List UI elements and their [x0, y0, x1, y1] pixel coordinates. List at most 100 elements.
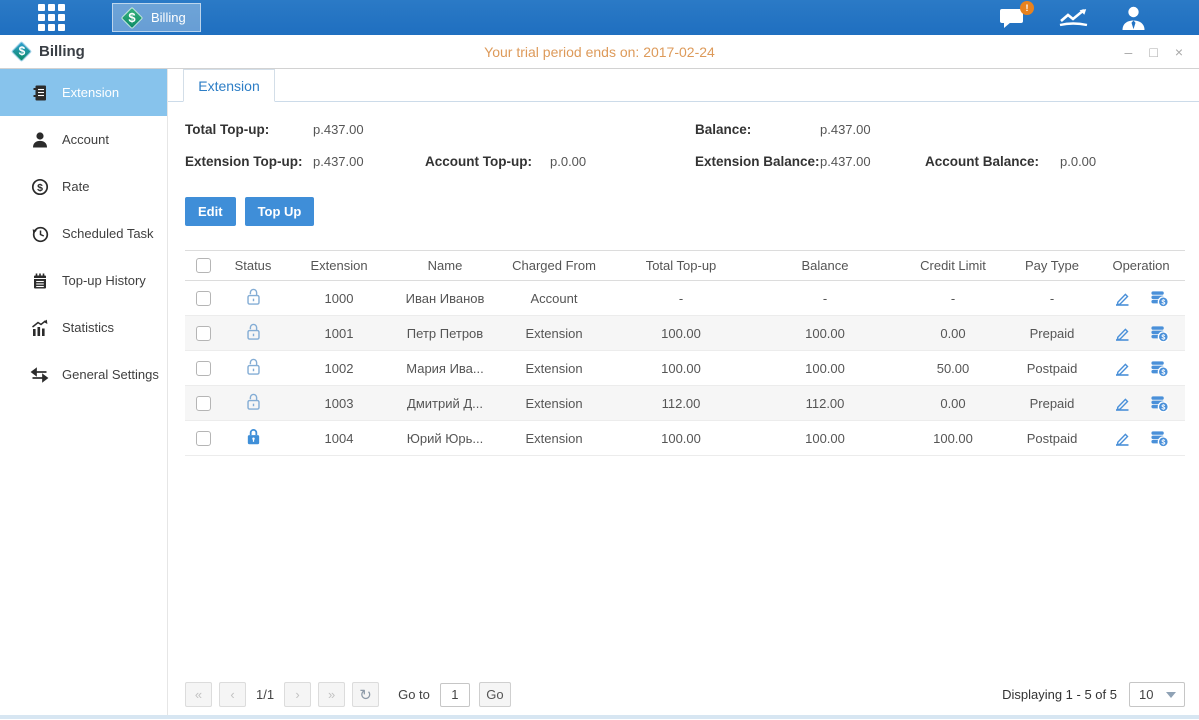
summary-panel: Total Top-up: p.437.00 Balance: p.437.00… [185, 122, 1185, 169]
displaying-text: Displaying 1 - 5 of 5 [1002, 687, 1117, 702]
topup-coins-icon[interactable]: $ [1150, 429, 1169, 448]
table-row[interactable]: 1003 Дмитрий Д... Extension 112.00 112.0… [185, 386, 1185, 421]
topup-coins-icon[interactable]: $ [1150, 394, 1169, 413]
table-row[interactable]: 1004 Юрий Юрь... Extension 100.00 100.00… [185, 421, 1185, 456]
svg-text:$: $ [1162, 403, 1166, 411]
lock-closed-icon [245, 427, 262, 446]
edit-pencil-icon[interactable] [1113, 359, 1131, 377]
window-title: Billing [39, 43, 85, 60]
apps-grid-icon[interactable] [38, 4, 65, 31]
messages-icon[interactable]: ! [999, 6, 1027, 30]
cell-charged_from: Account [497, 281, 611, 316]
cell-pay_type: Prepaid [1007, 386, 1097, 421]
lock-open-icon [245, 392, 262, 411]
column-header: Credit Limit [899, 251, 1007, 281]
topup-coins-icon[interactable]: $ [1150, 289, 1169, 308]
sidebar-item-topup-history[interactable]: Top-up History [0, 257, 167, 304]
sidebar-item-scheduled-task[interactable]: Scheduled Task [0, 210, 167, 257]
account-balance-label: Account Balance: [925, 154, 1060, 169]
sidebar-item-general-settings[interactable]: General Settings [0, 351, 167, 398]
extension-topup-label: Extension Top-up: [185, 154, 313, 169]
topup-coins-icon[interactable]: $ [1150, 359, 1169, 378]
edit-pencil-icon[interactable] [1113, 429, 1131, 447]
extension-icon [30, 83, 49, 102]
maximize-icon[interactable]: □ [1149, 45, 1157, 59]
column-header: Extension [285, 251, 393, 281]
next-page-button[interactable]: › [284, 682, 311, 707]
cell-balance: 100.00 [751, 316, 899, 351]
reports-chart-icon[interactable] [1058, 6, 1089, 30]
topbar: $ Billing ! [0, 0, 1199, 35]
sidebar-item-statistics[interactable]: Statistics [0, 304, 167, 351]
cell-total_topup: 100.00 [611, 316, 751, 351]
sidebar-item-account[interactable]: Account [0, 116, 167, 163]
sidebar-item-rate[interactable]: $ Rate [0, 163, 167, 210]
billing-app-icon: $ [12, 42, 32, 62]
sidebar-item-label: General Settings [62, 367, 159, 382]
cell-name: Иван Иванов [393, 281, 497, 316]
cell-total_topup: 100.00 [611, 421, 751, 456]
lock-open-icon [245, 287, 262, 306]
svg-text:$: $ [1162, 333, 1166, 341]
taskbar-tab-billing[interactable]: $ Billing [112, 3, 201, 32]
refresh-icon[interactable]: ↻ [352, 682, 379, 707]
sidebar-item-extension[interactable]: Extension [0, 69, 167, 116]
cell-credit_limit: 100.00 [899, 421, 1007, 456]
edit-button[interactable]: Edit [185, 197, 236, 226]
cell-extension: 1003 [285, 386, 393, 421]
page-indicator: 1/1 [256, 687, 274, 702]
column-header: Operation [1097, 251, 1185, 281]
sidebar-item-label: Account [62, 132, 109, 147]
svg-text:$: $ [1162, 368, 1166, 376]
row-checkbox[interactable] [196, 291, 211, 306]
row-checkbox[interactable] [196, 396, 211, 411]
edit-pencil-icon[interactable] [1113, 394, 1131, 412]
column-header: Name [393, 251, 497, 281]
chevron-down-icon [1166, 692, 1176, 698]
close-icon[interactable]: × [1175, 45, 1183, 59]
page-size-select[interactable]: 10 [1129, 682, 1185, 707]
cell-charged_from: Extension [497, 421, 611, 456]
column-header: Pay Type [1007, 251, 1097, 281]
tab-extension[interactable]: Extension [183, 69, 275, 102]
rate-icon: $ [30, 177, 49, 196]
scheduled-task-icon [30, 224, 49, 243]
cell-extension: 1001 [285, 316, 393, 351]
cell-credit_limit: 0.00 [899, 386, 1007, 421]
row-checkbox[interactable] [196, 361, 211, 376]
account-balance-value: p.0.00 [1060, 154, 1185, 169]
extensions-table: StatusExtensionNameCharged FromTotal Top… [185, 250, 1185, 456]
main-content: Extension Total Top-up: p.437.00 Balance… [168, 69, 1199, 715]
table-row[interactable]: 1002 Мария Ива... Extension 100.00 100.0… [185, 351, 1185, 386]
total-topup-value: p.437.00 [313, 122, 425, 137]
goto-label: Go to [398, 687, 430, 702]
goto-page-input[interactable] [440, 683, 470, 707]
edit-pencil-icon[interactable] [1113, 324, 1131, 342]
table-row[interactable]: 1001 Петр Петров Extension 100.00 100.00… [185, 316, 1185, 351]
edit-pencil-icon[interactable] [1113, 289, 1131, 307]
select-all-checkbox[interactable] [196, 258, 211, 273]
lock-open-icon [245, 322, 262, 341]
top-up-button[interactable]: Top Up [245, 197, 315, 226]
pagination-bar: « ‹ 1/1 › » ↻ Go to Go Displaying 1 - 5 … [185, 682, 1185, 707]
cell-balance: - [751, 281, 899, 316]
first-page-button[interactable]: « [185, 682, 212, 707]
cell-charged_from: Extension [497, 316, 611, 351]
last-page-button[interactable]: » [318, 682, 345, 707]
table-row[interactable]: 1000 Иван Иванов Account - - - - $ [185, 281, 1185, 316]
user-account-icon[interactable] [1120, 5, 1147, 30]
row-checkbox[interactable] [196, 431, 211, 446]
topup-coins-icon[interactable]: $ [1150, 324, 1169, 343]
prev-page-button[interactable]: ‹ [219, 682, 246, 707]
total-topup-label: Total Top-up: [185, 122, 313, 137]
go-button[interactable]: Go [479, 682, 511, 707]
lock-open-icon [245, 357, 262, 376]
cell-pay_type: - [1007, 281, 1097, 316]
column-header: Charged From [497, 251, 611, 281]
cell-credit_limit: 0.00 [899, 316, 1007, 351]
column-header: Balance [751, 251, 899, 281]
row-checkbox[interactable] [196, 326, 211, 341]
sidebar-item-label: Extension [62, 85, 119, 100]
extension-topup-value: p.437.00 [313, 154, 425, 169]
minimize-icon[interactable]: – [1125, 45, 1133, 59]
